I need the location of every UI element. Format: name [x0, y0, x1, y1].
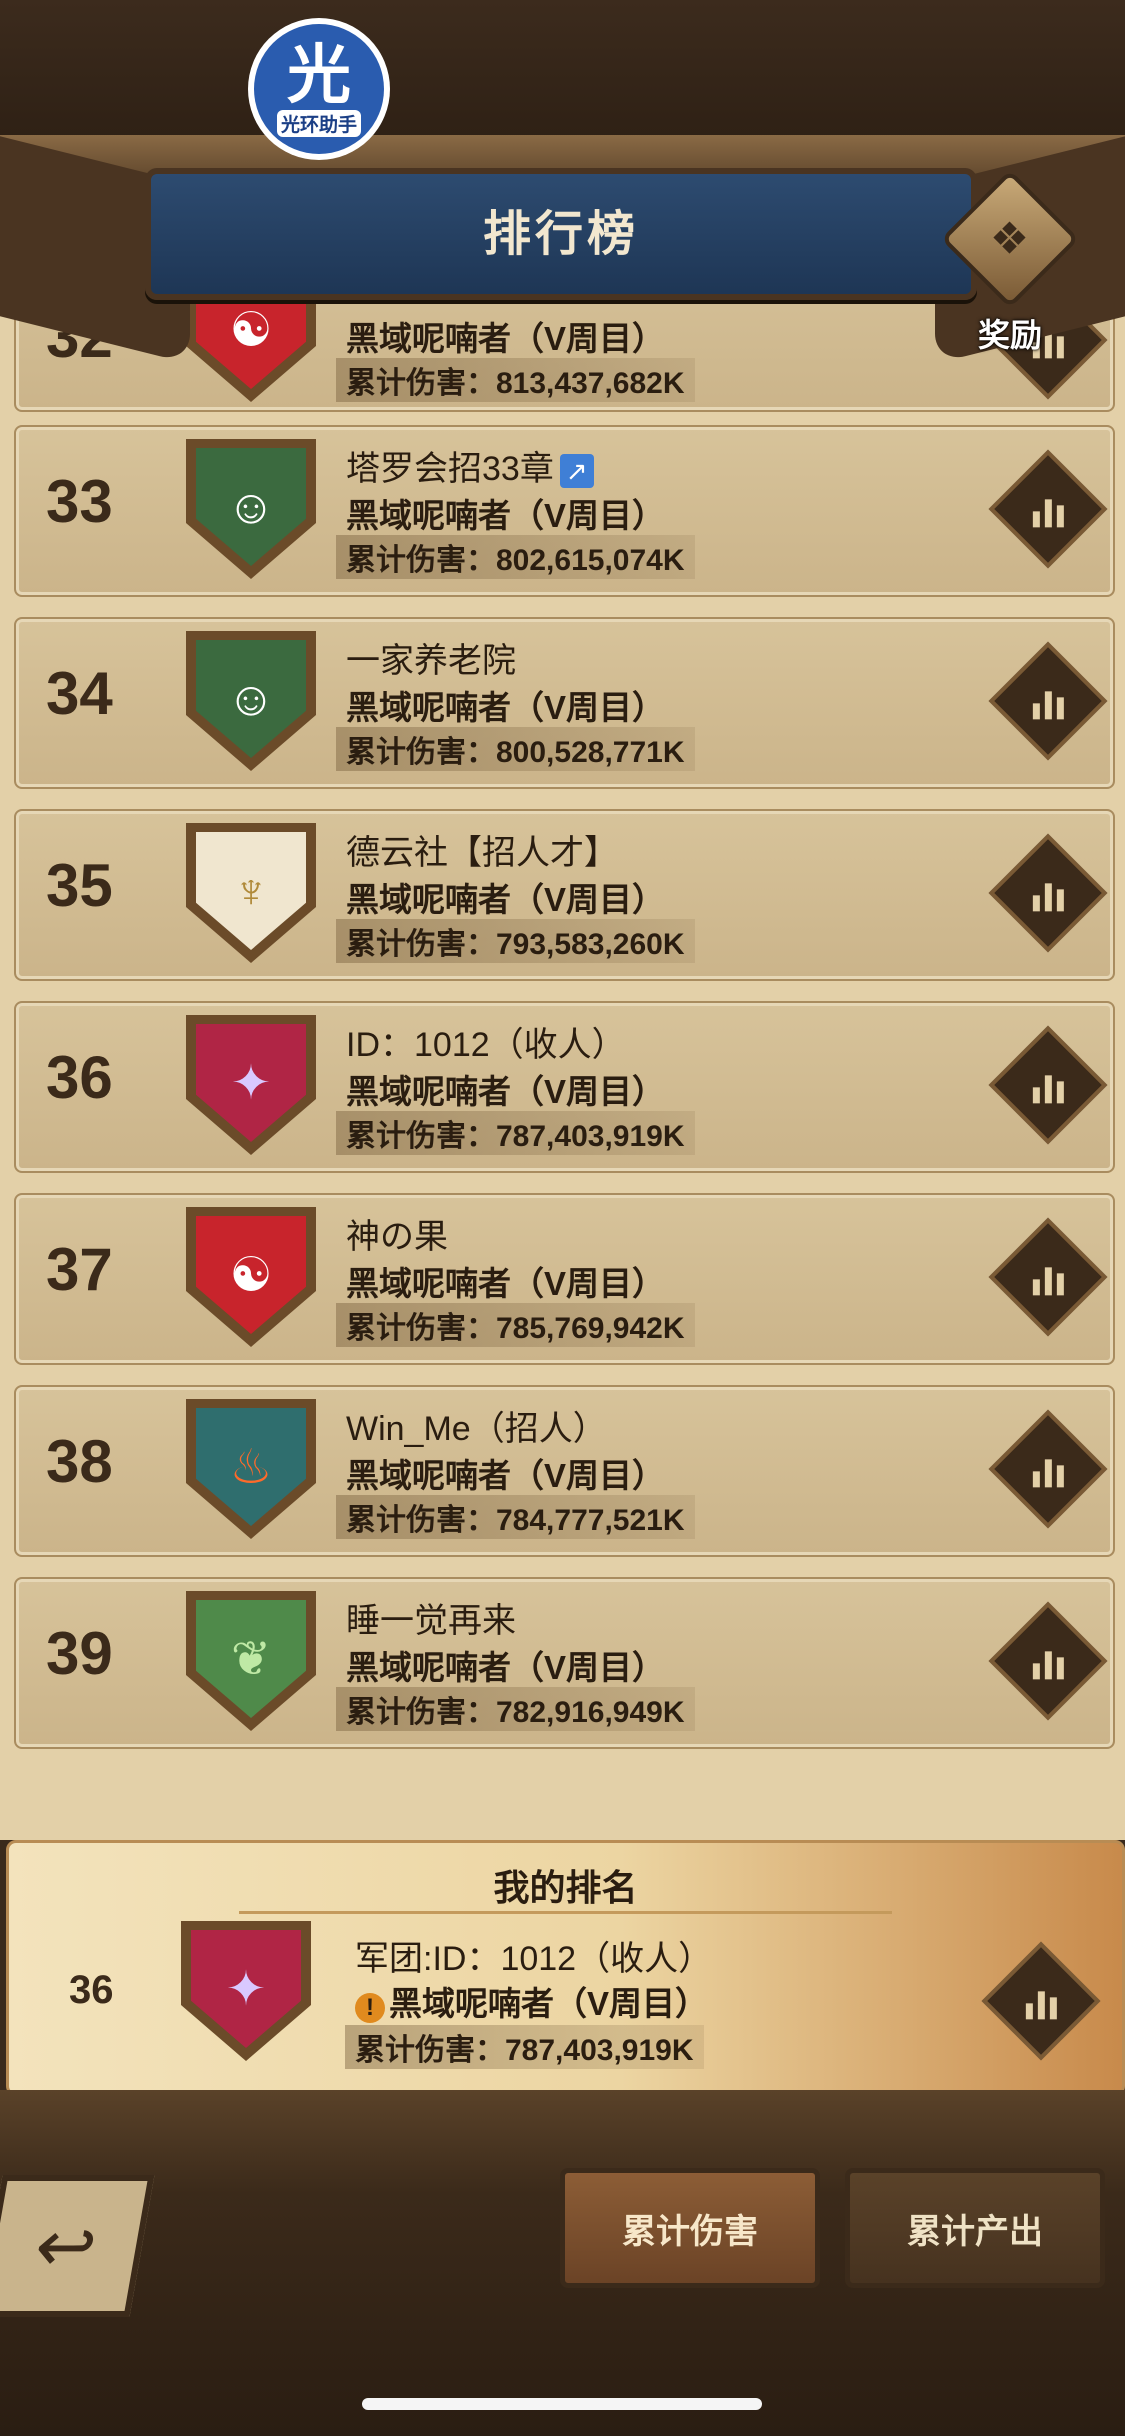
- stats-chart-button[interactable]: [988, 449, 1108, 569]
- my-guild-name: 军团:ID：1012（收人）: [355, 1940, 713, 1978]
- fire-spirit-icon: ♨: [196, 1408, 306, 1526]
- ranking-row[interactable]: 35 ♆ 德云社【招人才】 黑域呢喃者（V周目） 累计伤害：793,583,26…: [14, 809, 1115, 981]
- reward-button[interactable]: ❖ 奖励: [940, 169, 1080, 353]
- ranking-list[interactable]: 32 ☯ ✧醉逍遥✧ 黑域呢喃者（V周目） 累计伤害：813,437,682K …: [0, 280, 1125, 1840]
- total-damage: 累计伤害：800,528,771K: [336, 727, 695, 771]
- guild-name: 睡一觉再来: [346, 1602, 516, 1640]
- arrow-up-right-icon: ↗: [559, 454, 594, 489]
- guild-name: 德云社【招人才】: [346, 834, 618, 872]
- boss-name: 黑域呢喃者（V周目）: [346, 1265, 666, 1302]
- treasure-chest-icon: ❖: [940, 169, 1080, 309]
- bar-chart-icon: [1032, 875, 1064, 911]
- boss-name: 黑域呢喃者（V周目）: [346, 1649, 666, 1686]
- guild-name: ID：1012（收人）: [346, 1026, 626, 1064]
- back-arrow-icon: ↩: [28, 2207, 104, 2287]
- total-damage: 累计伤害：785,769,942K: [336, 1303, 695, 1347]
- bar-chart-icon: [1032, 1643, 1064, 1679]
- boss-name: 黑域呢喃者（V周目）: [346, 1073, 666, 1110]
- bar-chart-icon: [1032, 1067, 1064, 1103]
- bar-chart-icon: [1032, 491, 1064, 527]
- purple-creature-icon: ✦: [196, 1024, 306, 1142]
- my-rank-panel[interactable]: 我的排名 36 ✦ 军团:ID：1012（收人） ! 黑域呢喃者（V周目） 累计伤…: [6, 1840, 1125, 2096]
- guild-emblem: ☺: [186, 439, 316, 579]
- stats-chart-button[interactable]: [988, 1409, 1108, 1529]
- warning-icon: !: [355, 1993, 385, 2023]
- logo-text: 光环助手: [276, 109, 361, 137]
- rank-number: 38: [46, 1428, 113, 1495]
- title-plate: 排行榜: [145, 168, 977, 300]
- tab-total-damage[interactable]: 累计伤害: [560, 2168, 820, 2288]
- green-leaf-icon: ❦: [196, 1600, 306, 1718]
- ranking-row[interactable]: 36 ✦ ID：1012（收人） 黑域呢喃者（V周目） 累计伤害：787,403…: [14, 1001, 1115, 1173]
- ranking-row[interactable]: 39 ❦ 睡一觉再来 黑域呢喃者（V周目） 累计伤害：782,916,949K: [14, 1577, 1115, 1749]
- guild-emblem: ☯: [186, 1207, 316, 1347]
- bar-chart-icon: [1025, 1983, 1057, 2019]
- rank-number: 34: [46, 660, 113, 727]
- guild-emblem: ♆: [186, 823, 316, 963]
- my-rank-heading: 我的排名: [493, 1867, 638, 1908]
- boss-name: 黑域呢喃者（V周目）: [346, 689, 666, 726]
- rank-number: 36: [46, 1044, 113, 1111]
- stats-chart-button[interactable]: [988, 1217, 1108, 1337]
- guild-name: 神の果: [346, 1218, 448, 1256]
- boss-name: 黑域呢喃者（V周目）: [346, 320, 666, 357]
- bar-chart-icon: [1032, 683, 1064, 719]
- tab-total-output[interactable]: 累计产出: [845, 2168, 1105, 2288]
- top-status-area: [0, 0, 1125, 135]
- guild-name: 一家养老院: [346, 642, 516, 680]
- red-serpent-icon: ☯: [196, 1216, 306, 1334]
- white-hair-girl-icon: ☺: [196, 640, 306, 758]
- my-rank-number: 36: [69, 1968, 114, 2012]
- guild-emblem: ✦: [186, 1015, 316, 1155]
- page-title: 排行榜: [482, 208, 639, 261]
- my-guild-emblem: ✦: [181, 1921, 311, 2061]
- ranking-row[interactable]: 33 ☺ 塔罗会招33章 ↗ 黑域呢喃者（V周目） 累计伤害：802,615,07…: [14, 425, 1115, 597]
- logo-glyph: 光: [287, 38, 351, 111]
- total-damage: 累计伤害：782,916,949K: [336, 1687, 695, 1731]
- ranking-row[interactable]: 37 ☯ 神の果 黑域呢喃者（V周目） 累计伤害：785,769,942K: [14, 1193, 1115, 1365]
- guild-emblem: ♨: [186, 1399, 316, 1539]
- boss-name: 黑域呢喃者（V周目）: [346, 881, 666, 918]
- stats-chart-button[interactable]: [988, 641, 1108, 761]
- total-damage: 累计伤害：784,777,521K: [336, 1495, 695, 1539]
- reward-label: 奖励: [977, 317, 1042, 353]
- home-indicator[interactable]: [362, 2398, 762, 2410]
- total-damage: 累计伤害：813,437,682K: [336, 358, 695, 402]
- back-button[interactable]: ↩: [0, 2175, 155, 2317]
- total-damage: 累计伤害：793,583,260K: [336, 919, 695, 963]
- white-hair-girl-icon: ☺: [196, 448, 306, 566]
- stats-chart-button[interactable]: [988, 833, 1108, 953]
- total-damage: 累计伤害：802,615,074K: [336, 535, 695, 579]
- guild-emblem: ☺: [186, 631, 316, 771]
- rank-number: 35: [46, 852, 113, 919]
- my-boss-name: ! 黑域呢喃者（V周目）: [355, 1977, 708, 2025]
- guild-name: 塔罗会招33章 ↗: [346, 441, 594, 490]
- stats-chart-button[interactable]: [988, 1601, 1108, 1721]
- purple-creature-icon: ✦: [191, 1930, 301, 2048]
- stats-chart-button[interactable]: [981, 1941, 1101, 2061]
- bar-chart-icon: [1032, 1259, 1064, 1295]
- rank-number: 33: [46, 468, 113, 535]
- ranking-row[interactable]: 38 ♨ Win_Me（招人） 黑域呢喃者（V周目） 累计伤害：784,777,…: [14, 1385, 1115, 1557]
- divider: [239, 1911, 892, 1914]
- boss-name: 黑域呢喃者（V周目）: [346, 1457, 666, 1494]
- boss-name: 黑域呢喃者（V周目）: [346, 497, 666, 534]
- bar-chart-icon: [1032, 1451, 1064, 1487]
- ranking-row[interactable]: 34 ☺ 一家养老院 黑域呢喃者（V周目） 累计伤害：800,528,771K: [14, 617, 1115, 789]
- my-total-damage: 累计伤害：787,403,919K: [345, 2025, 704, 2069]
- trident-icon: ♆: [196, 832, 306, 950]
- helper-logo-badge: 光 光环助手: [248, 18, 390, 160]
- rank-number: 39: [46, 1620, 113, 1687]
- guild-emblem: ❦: [186, 1591, 316, 1731]
- rank-number: 37: [46, 1236, 113, 1303]
- stats-chart-button[interactable]: [988, 1025, 1108, 1145]
- guild-name: Win_Me（招人）: [346, 1410, 607, 1448]
- total-damage: 累计伤害：787,403,919K: [336, 1111, 695, 1155]
